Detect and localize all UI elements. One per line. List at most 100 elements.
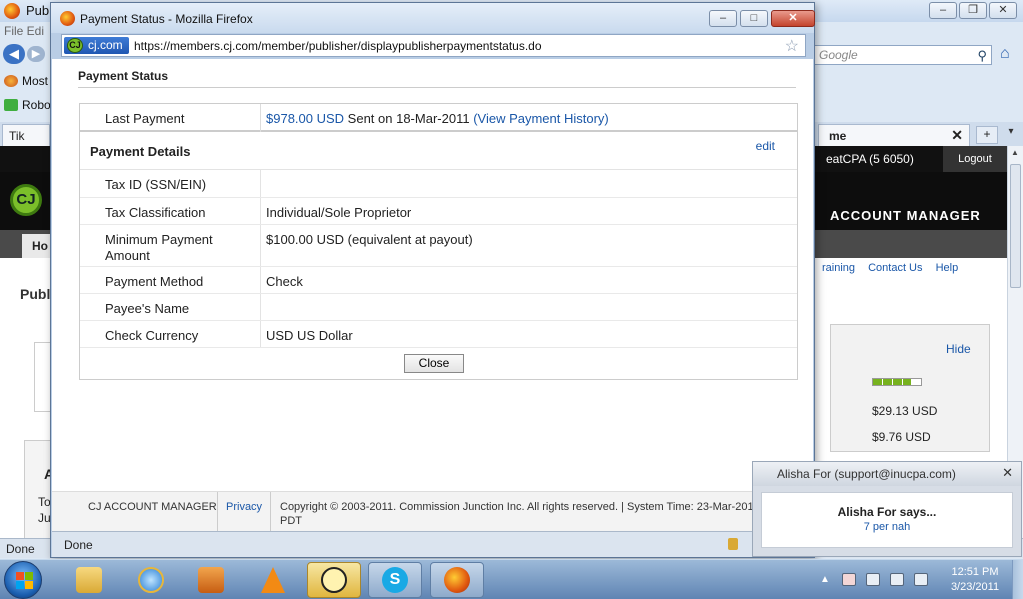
internet-explorer-icon [138, 567, 164, 593]
popup-window-title: Payment Status - Mozilla Firefox [80, 12, 253, 26]
detail-label: Tax Classification [105, 205, 206, 220]
popup-footer: CJ ACCOUNT MANAGER Privacy Copyright © 2… [52, 491, 813, 532]
show-hidden-icons-icon[interactable]: ▲ [820, 574, 830, 585]
restore-icon[interactable]: ❐ [959, 2, 987, 19]
windows-logo-icon [16, 581, 24, 589]
tab-label: me [829, 129, 847, 143]
chat-sender: Alisha For says... [837, 505, 937, 519]
detail-label: Minimum Payment Amount [105, 232, 213, 263]
chat-header: Alisha For (support@inucpa.com) ✕ [753, 462, 1021, 486]
popup-content: Payment Status Last Payment $978.00 USD … [52, 59, 813, 532]
logout-link[interactable]: Logout [943, 146, 1007, 172]
scroll-up-icon[interactable]: ▲ [1011, 148, 1019, 157]
chat-notification[interactable]: Alisha For (support@inucpa.com) ✕ Alisha… [752, 461, 1022, 557]
forward-arrow-icon[interactable]: ▶ [27, 46, 45, 62]
vlc-cone-icon [261, 567, 285, 593]
close-icon[interactable]: ✕ [771, 10, 815, 27]
privacy-link[interactable]: Privacy [226, 501, 262, 513]
start-button[interactable] [4, 561, 42, 599]
cj-favicon-icon: CJ [67, 38, 83, 53]
network-icon[interactable] [914, 573, 928, 586]
popup-title-bar: Payment Status - Mozilla Firefox – □ ✕ [51, 3, 815, 33]
lock-icon[interactable] [728, 538, 738, 550]
close-button[interactable]: Close [404, 354, 464, 373]
performance-bar-fill [873, 379, 912, 385]
skype-taskbar-button[interactable]: S [368, 562, 422, 598]
detail-label: Payee's Name [105, 301, 190, 316]
hide-link[interactable]: Hide [946, 342, 971, 356]
show-desktop-button[interactable] [1012, 560, 1023, 599]
detail-value: USD US Dollar [266, 328, 353, 343]
explorer-taskbar-button[interactable] [62, 562, 116, 598]
minimize-icon[interactable]: – [929, 2, 957, 19]
url-bar[interactable]: CJ cj.com https://members.cj.com/member/… [61, 34, 806, 57]
payment-details-header: Payment Details edit [80, 132, 797, 170]
last-payment-amount-link[interactable]: $978.00 USD [266, 111, 344, 126]
view-payment-history-link[interactable]: (View Payment History) [473, 111, 609, 126]
page-title: Publ [20, 286, 51, 302]
close-icon[interactable]: ✕ [1002, 465, 1013, 481]
page-title: Payment Status [78, 69, 169, 83]
link-training[interactable]: raining [822, 262, 855, 274]
tab-home[interactable]: Ho [22, 234, 52, 258]
system-clock[interactable]: 12:51 PM 3/23/2011 [944, 565, 1006, 595]
tab-left[interactable]: Tik [2, 124, 50, 146]
clock-date: 3/23/2011 [950, 581, 1000, 593]
detail-label: Payment Method [105, 274, 204, 289]
tab-close-icon[interactable]: ✕ [951, 127, 963, 144]
new-tab-icon[interactable]: + [976, 126, 998, 144]
chat-message[interactable]: 7 per nah [762, 521, 1012, 533]
chat-header-text: Alisha For (support@inucpa.com) [777, 467, 956, 481]
bookmark-most-visited[interactable]: Most [4, 74, 48, 88]
link-help[interactable]: Help [936, 262, 959, 274]
popup-window-controls: – □ ✕ [709, 10, 815, 27]
bookmark-robo[interactable]: Robo [4, 98, 51, 112]
aim-taskbar-button[interactable] [307, 562, 361, 598]
ie-taskbar-button[interactable] [124, 562, 178, 598]
back-arrow-icon[interactable]: ◀ [3, 44, 25, 64]
action-center-flag-icon[interactable] [842, 573, 856, 586]
payment-details-title: Payment Details [90, 144, 191, 159]
aim-running-man-icon [321, 567, 347, 593]
link-contact-us[interactable]: Contact Us [868, 262, 922, 274]
device-icon[interactable] [866, 573, 880, 586]
edit-link[interactable]: edit [756, 139, 775, 153]
tab-active[interactable]: me ✕ [818, 124, 970, 146]
media-player-taskbar-button[interactable] [184, 562, 238, 598]
performance-bar [872, 378, 922, 386]
minimize-icon[interactable]: – [709, 10, 737, 27]
maximize-icon[interactable]: □ [740, 10, 768, 27]
chat-body[interactable]: Alisha For says... 7 per nah [761, 492, 1013, 548]
last-payment-value: $978.00 USD Sent on 18-Mar-2011 (View Pa… [266, 111, 609, 126]
bookmark-star-icon[interactable]: ☆ [785, 36, 799, 56]
search-icon[interactable]: ⚲ [977, 48, 987, 64]
scroll-thumb[interactable] [1010, 164, 1021, 288]
divider [217, 492, 218, 532]
background-window-controls: – ❐ ✕ [929, 2, 1017, 19]
status-text: Done [64, 538, 93, 552]
firefox-taskbar-button[interactable] [430, 562, 484, 598]
search-input[interactable]: Google ⚲ [812, 45, 992, 65]
tab-list-icon[interactable]: ▾ [1002, 126, 1020, 144]
summary-value-2: $9.76 USD [872, 430, 931, 444]
column-divider [260, 104, 261, 132]
copyright-text: Copyright © 2003-2011. Commission Juncti… [280, 501, 759, 527]
close-icon[interactable]: ✕ [989, 2, 1017, 19]
vlc-taskbar-button[interactable] [246, 562, 300, 598]
summary-value-1: $29.13 USD [872, 404, 938, 418]
payment-status-table: Last Payment $978.00 USD Sent on 18-Mar-… [79, 103, 798, 380]
tab-label: Tik [9, 129, 25, 143]
user-info: eatCPA (5 6050) [826, 152, 914, 166]
volume-icon[interactable] [890, 573, 904, 586]
popup-status-bar: Done [52, 531, 813, 557]
skype-icon: S [382, 567, 408, 593]
column-divider [260, 198, 261, 224]
firefox-icon [4, 3, 20, 19]
home-icon[interactable]: ⌂ [1000, 45, 1010, 63]
site-identity-button[interactable]: CJ cj.com [64, 37, 129, 54]
background-menu-bar[interactable]: File Edi [4, 24, 44, 38]
folder-icon [76, 567, 102, 593]
windows-taskbar: S ▲ 12:51 PM 3/23/2011 [0, 559, 1023, 599]
firefox-icon [4, 75, 18, 87]
site-identity-label: cj.com [88, 38, 123, 52]
